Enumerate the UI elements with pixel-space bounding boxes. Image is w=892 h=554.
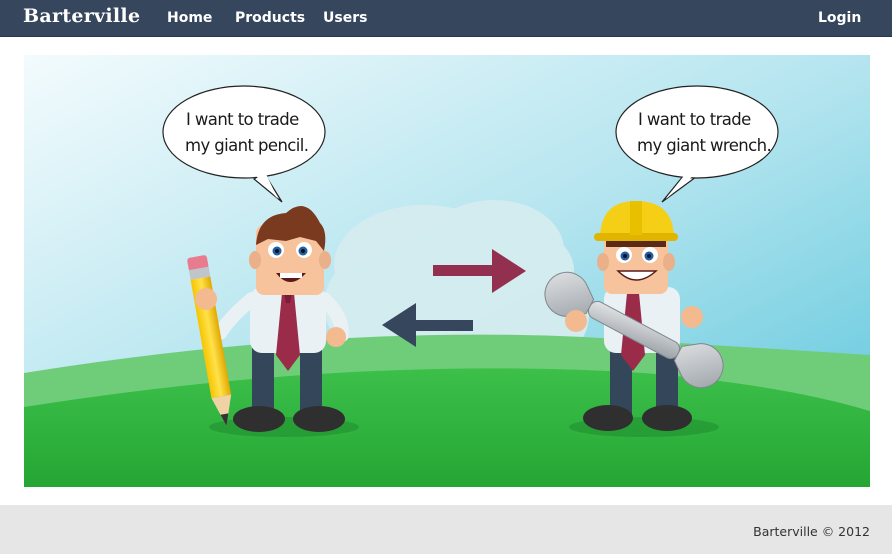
right-speech-line-1: I want to trade <box>638 110 751 129</box>
login-link[interactable]: Login <box>818 10 861 26</box>
left-speech-line-2: my giant pencil. <box>185 136 308 155</box>
navbar: Barterville Home Products Users Login <box>0 0 892 37</box>
nav-products[interactable]: Products <box>235 10 305 26</box>
nav-users[interactable]: Users <box>323 10 367 26</box>
footer: Barterville © 2012 <box>0 505 892 554</box>
brand-logo[interactable]: Barterville <box>23 5 140 27</box>
nav-home[interactable]: Home <box>167 10 212 26</box>
hero-banner: I want to trade my giant pencil. I want … <box>24 55 870 487</box>
hero-illustration: I want to trade my giant pencil. I want … <box>24 55 870 487</box>
left-speech-line-1: I want to trade <box>186 110 299 129</box>
right-speech-line-2: my giant wrench. <box>637 136 771 155</box>
footer-copyright: Barterville © 2012 <box>753 524 870 539</box>
